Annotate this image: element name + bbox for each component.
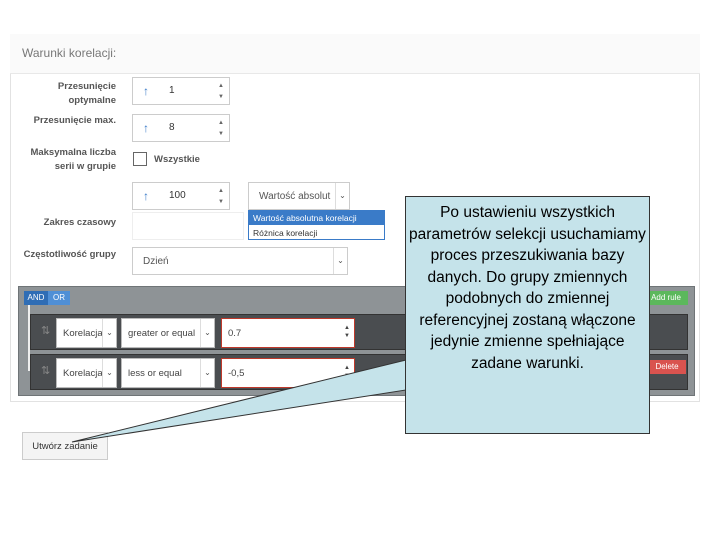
- callout-text: Po ustawieniu wszystkich parametrów sele…: [409, 204, 646, 372]
- callout-box: Po ustawieniu wszystkich parametrów sele…: [405, 196, 650, 434]
